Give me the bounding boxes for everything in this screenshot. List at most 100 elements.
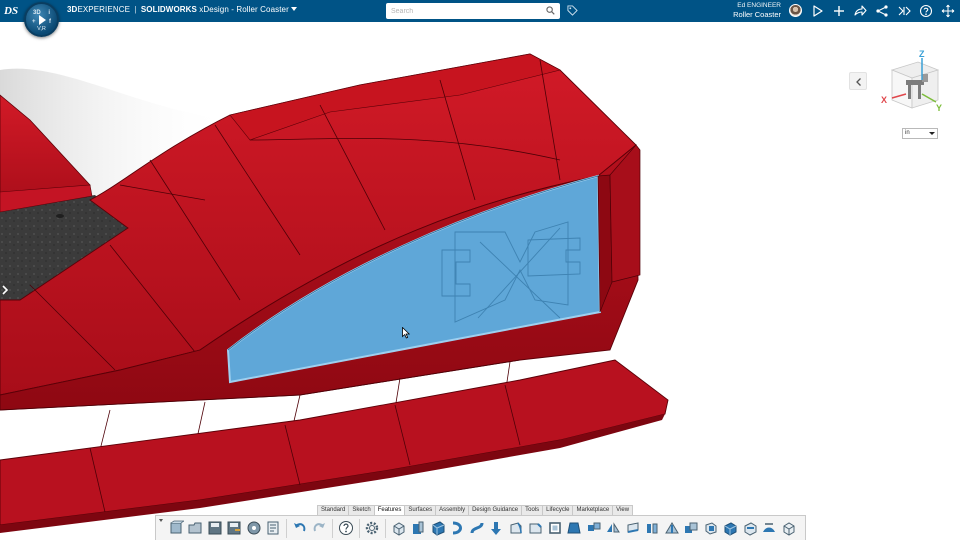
compass-plus-quadrant[interactable]: + [32, 19, 36, 25]
sweep-icon [452, 521, 462, 535]
move-body-button[interactable] [721, 519, 740, 538]
tab-assembly[interactable]: Assembly [436, 506, 470, 515]
avatar[interactable] [789, 4, 802, 17]
thicken-icon [627, 522, 638, 533]
revolve-icon [432, 521, 444, 536]
hole-button[interactable] [487, 519, 506, 538]
compass-i-quadrant[interactable]: i [48, 10, 50, 16]
fillet-button[interactable] [506, 519, 525, 538]
mirror-button[interactable] [604, 519, 623, 538]
action-bar-tabs: Standard Sketch Features Surfaces Assemb… [317, 505, 634, 515]
extrude-button[interactable] [389, 519, 408, 538]
extrude-cut-icon [413, 521, 424, 534]
fill-pattern-icon [783, 522, 794, 536]
save-with-options-button[interactable] [244, 519, 263, 538]
help-icon[interactable] [919, 4, 933, 18]
add-icon[interactable] [832, 4, 846, 18]
split-icon [647, 523, 658, 534]
tag-icon[interactable] [567, 5, 578, 16]
new-part-button[interactable] [166, 519, 185, 538]
revision-button[interactable] [264, 519, 283, 538]
open-icon [188, 522, 202, 534]
draft-icon [567, 522, 581, 534]
sweep-button[interactable] [448, 519, 467, 538]
tab-lifecycle[interactable]: Lifecycle [543, 506, 574, 515]
fillet-icon [510, 522, 522, 534]
action-bar-menu-icon[interactable] [159, 519, 163, 522]
brand-product: SOLIDWORKS [140, 5, 197, 14]
undo-icon [293, 523, 305, 532]
combine-button[interactable] [682, 519, 701, 538]
network-icon[interactable] [875, 4, 889, 18]
share-icon[interactable] [853, 4, 867, 18]
undo-button[interactable] [290, 519, 309, 538]
units-selected-value: in [905, 130, 910, 136]
document-name: Roller Coaster [236, 5, 289, 14]
toolbar-separator [332, 518, 333, 538]
rib-button[interactable] [662, 519, 681, 538]
expand-panel-handle-icon[interactable] [0, 280, 10, 300]
revolve-button[interactable] [428, 519, 447, 538]
share-play-icon[interactable] [811, 4, 825, 18]
revision-icon [267, 521, 279, 535]
3ds-logo-icon[interactable]: DS [4, 3, 20, 19]
tab-surfaces[interactable]: Surfaces [405, 506, 437, 515]
rib-icon [664, 522, 679, 534]
tab-view[interactable]: View [613, 506, 633, 515]
units-dropdown[interactable]: in [902, 128, 938, 139]
pattern-button[interactable] [584, 519, 603, 538]
help-button-icon [338, 521, 353, 535]
thicken-button[interactable] [623, 519, 642, 538]
app-title[interactable]: 3DEXPERIENCE | SOLIDWORKS xDesign - Roll… [67, 5, 297, 14]
tab-design-guidance[interactable]: Design Guidance [469, 506, 523, 515]
save-as-icon [227, 521, 241, 535]
toolbar-separator [385, 518, 386, 538]
chevron-down-icon [929, 132, 935, 135]
save-icon [208, 521, 221, 535]
tab-sketch[interactable]: Sketch [349, 506, 375, 515]
search-input[interactable] [386, 3, 560, 19]
save-with-options-icon [247, 521, 260, 535]
tab-standard[interactable]: Standard [318, 506, 350, 515]
emboss-button[interactable] [760, 519, 779, 538]
view-cube[interactable]: Z X Y [878, 50, 948, 116]
pattern-icon [587, 522, 600, 531]
chevron-left-icon [856, 78, 861, 86]
draft-button[interactable] [565, 519, 584, 538]
compass-f-quadrant[interactable]: f [49, 19, 51, 25]
compass-play-icon[interactable] [39, 15, 46, 25]
user-block[interactable]: Ed ENGINEER Roller Coaster [733, 2, 781, 20]
redo-icon [313, 523, 325, 532]
split-button[interactable] [643, 519, 662, 538]
collapse-panel-button[interactable] [849, 72, 867, 90]
apps-icon[interactable] [897, 4, 911, 18]
redo-button[interactable] [310, 519, 329, 538]
save-button[interactable] [205, 519, 224, 538]
roller-coaster-car-model[interactable] [0, 22, 960, 540]
brand-separator: | [134, 5, 137, 14]
tab-features[interactable]: Features [374, 506, 406, 515]
chevron-down-icon[interactable] [290, 7, 297, 11]
extrude-cut-button[interactable] [409, 519, 428, 538]
tab-marketplace[interactable]: Marketplace [573, 506, 614, 515]
save-as-button[interactable] [225, 519, 244, 538]
loft-button[interactable] [467, 519, 486, 538]
emboss-icon [763, 523, 775, 532]
shell-button[interactable] [545, 519, 564, 538]
3d-viewport[interactable]: Z X Y in [0, 22, 960, 540]
compass-arrows-icon[interactable] [941, 4, 955, 18]
fill-pattern-button[interactable] [779, 519, 798, 538]
compass-widget[interactable]: 3D i f + V,R [24, 2, 59, 37]
app-name: xDesign [199, 5, 229, 14]
tab-tools[interactable]: Tools [522, 506, 544, 515]
axis-y-label: Y [936, 103, 942, 113]
chamfer-button[interactable] [526, 519, 545, 538]
wrap-button[interactable] [740, 519, 759, 538]
search-icon[interactable] [546, 6, 555, 15]
mouse-cursor-icon [402, 327, 410, 339]
intersect-button[interactable] [701, 519, 720, 538]
settings-button[interactable] [363, 519, 382, 538]
help-button[interactable] [336, 519, 355, 538]
open-button[interactable] [186, 519, 205, 538]
combine-icon [685, 522, 698, 533]
